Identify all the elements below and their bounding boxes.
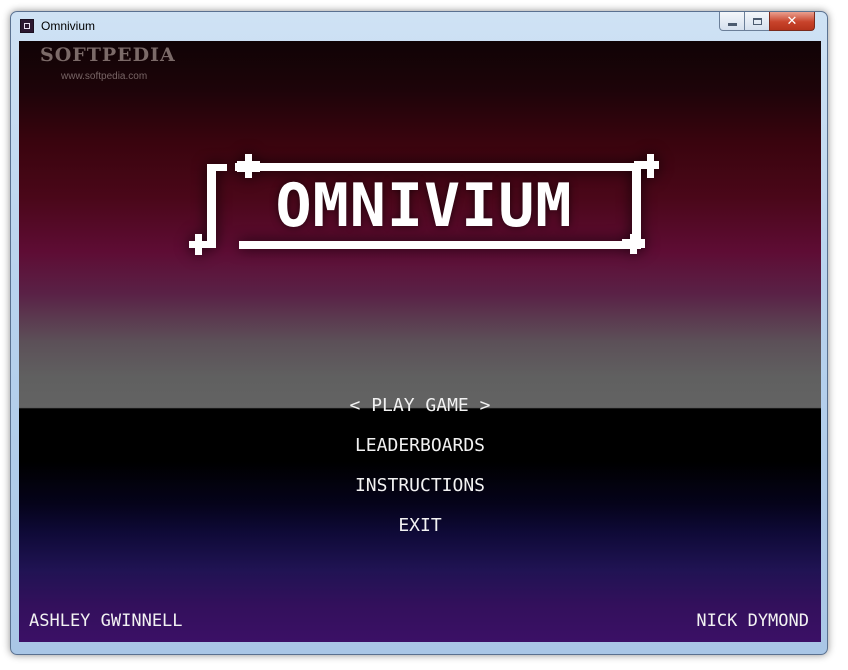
game-canvas[interactable]: SOFTPEDIA www.softpedia.com OMNIVIUM < P… (19, 41, 821, 642)
minimize-icon (727, 22, 737, 26)
omnivium-app-icon[interactable] (20, 19, 34, 33)
watermark-logo: SOFTPEDIA (40, 44, 176, 66)
close-icon: ✕ (786, 13, 798, 29)
menu-exit[interactable]: EXIT (19, 515, 821, 537)
title-bar[interactable]: Omnivium ✕ (11, 12, 827, 42)
minimize-button[interactable] (719, 12, 745, 31)
menu-play-game[interactable]: < PLAY GAME > (19, 395, 821, 417)
close-button[interactable]: ✕ (769, 12, 815, 31)
window-title: Omnivium (41, 19, 96, 33)
menu-leaderboards[interactable]: LEADERBOARDS (19, 435, 821, 457)
maximize-icon (752, 17, 762, 25)
credit-left: ASHLEY GWINNELL (29, 611, 183, 631)
credit-right: NICK DYMOND (696, 611, 809, 631)
watermark-url: www.softpedia.com (61, 71, 148, 82)
maximize-button[interactable] (744, 12, 770, 31)
game-logo-title: OMNIVIUM (275, 171, 573, 241)
menu-instructions[interactable]: INSTRUCTIONS (19, 475, 821, 497)
